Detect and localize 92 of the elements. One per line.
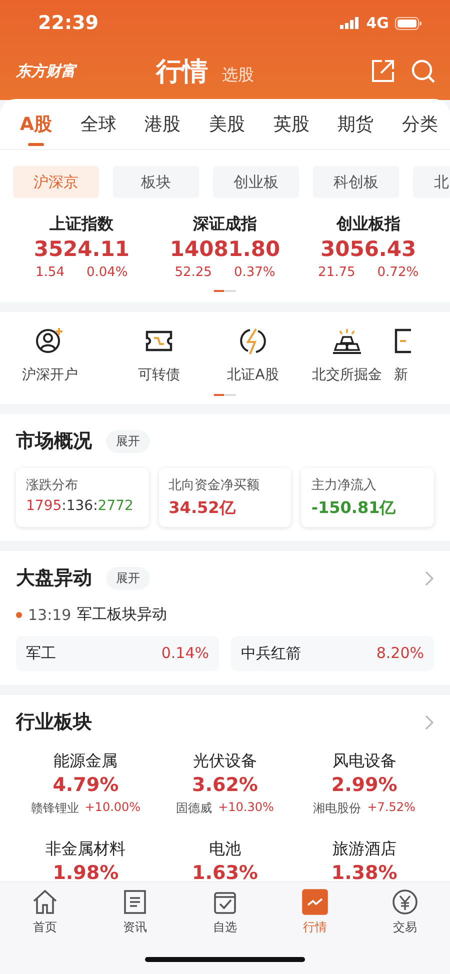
card-value: 34.52亿 <box>168 498 236 519</box>
mover-name: 军工 <box>26 644 56 663</box>
board-chip[interactable]: 北 <box>413 166 450 198</box>
mover-name: 中兵红箭 <box>241 644 301 663</box>
share-icon[interactable] <box>371 59 395 83</box>
nav-tab[interactable]: 资讯 <box>105 888 165 937</box>
market-tab[interactable]: 期货 <box>338 99 374 149</box>
sector-name[interactable]: 能源金属 <box>54 751 118 772</box>
sector-percent: 2.99% <box>331 774 398 796</box>
expand-button[interactable]: 展开 <box>106 566 150 590</box>
board-chip[interactable]: 科创板 <box>313 166 399 198</box>
sector-percent: 3.62% <box>192 774 258 796</box>
card-label: 涨跌分布 <box>26 477 79 494</box>
market-tab[interactable]: 英股 <box>273 99 310 149</box>
expand-button[interactable]: 展开 <box>106 430 150 452</box>
mover-percent: 0.14% <box>161 644 209 663</box>
leader-stock-percent: +10.00% <box>84 800 141 816</box>
shortcut-label[interactable]: 沪深开户 <box>22 366 78 384</box>
leader-stock-name: 湘电股份 <box>313 800 362 817</box>
index-percent: 0.04% <box>86 265 128 280</box>
card-label: 主力净流入 <box>311 477 378 494</box>
signal-icon <box>340 17 360 29</box>
person-add-icon[interactable] <box>35 326 65 356</box>
leader-stock-name: 固德威 <box>176 800 212 817</box>
overview-card[interactable]: 主力净流入 -150.81亿 <box>301 468 434 527</box>
sector-name[interactable]: 旅游酒店 <box>332 839 396 860</box>
board-chip[interactable]: 创业板 <box>213 166 299 198</box>
card-value: 1795:136:2772 <box>26 498 134 514</box>
shortcut-label[interactable]: 北交所掘金 <box>312 366 382 384</box>
page-title: 行情 <box>156 56 208 88</box>
card-label: 北向资金净买额 <box>168 477 261 494</box>
leader-stock-name: 赣锋锂业 <box>30 800 79 817</box>
index-value: 14081.80 <box>170 237 280 261</box>
index-change: 21.75 <box>318 265 356 280</box>
search-icon[interactable] <box>411 58 436 84</box>
bullet-icon <box>16 612 22 618</box>
sector-name[interactable]: 光伏设备 <box>192 751 257 772</box>
index-name[interactable]: 创业板指 <box>336 214 400 235</box>
nav-tab[interactable]: 自选 <box>195 888 255 937</box>
mover-card[interactable]: 中兵红箭 8.20% <box>231 636 434 671</box>
market-tab[interactable]: 分类 <box>402 99 438 149</box>
document-icon <box>122 889 148 915</box>
market-tab[interactable]: A股 <box>20 99 52 149</box>
leader-stock-percent: +10.30% <box>218 800 274 816</box>
index-change: 1.54 <box>36 265 64 280</box>
page-indicator <box>214 394 236 396</box>
overview-card[interactable]: 北向资金净买额 34.52亿 <box>158 468 292 527</box>
index-percent: 0.72% <box>377 265 419 280</box>
battery-icon <box>395 16 422 30</box>
index-change: 52.25 <box>174 265 212 280</box>
network-label: 4G <box>366 14 389 32</box>
section-title: 市场概况 <box>16 429 92 454</box>
shortcut-label[interactable]: 新 <box>394 366 408 384</box>
sector-name[interactable]: 电池 <box>208 839 241 860</box>
market-tab[interactable]: 全球 <box>80 99 116 149</box>
mover-card[interactable]: 军工 0.14% <box>16 636 219 671</box>
market-tab[interactable]: 港股 <box>144 99 181 149</box>
status-time: 22:39 <box>38 12 98 34</box>
section-title: 大盘异动 <box>16 566 92 591</box>
event-text: 军工板块异动 <box>77 605 168 624</box>
sector-percent: 1.98% <box>52 862 119 881</box>
index-value: 3524.11 <box>34 237 130 261</box>
home-icon <box>32 889 58 915</box>
section-title: 行业板块 <box>16 710 92 735</box>
app-logo: 东方财富 <box>16 62 78 80</box>
index-percent: 0.37% <box>234 265 276 280</box>
shortcut-label[interactable]: 北证A股 <box>227 366 279 384</box>
sector-percent: 1.63% <box>192 862 258 881</box>
index-value: 3056.43 <box>320 237 416 261</box>
card-value: -150.81亿 <box>311 498 397 519</box>
market-tab[interactable]: 美股 <box>208 99 245 149</box>
calendar-check-icon <box>212 889 238 915</box>
document-icon[interactable] <box>394 326 412 356</box>
index-name[interactable]: 上证指数 <box>50 214 114 235</box>
index-name[interactable]: 深证成指 <box>192 214 257 235</box>
sector-name[interactable]: 风电设备 <box>332 751 396 772</box>
sector-name[interactable]: 非金属材料 <box>46 839 126 860</box>
overview-card[interactable]: 涨跌分布 1795:136:2772 <box>16 468 149 527</box>
ingot-stack-icon[interactable] <box>331 326 363 356</box>
sector-percent: 4.79% <box>52 774 119 796</box>
nav-tab[interactable]: 交易 <box>375 888 435 937</box>
yen-icon <box>392 889 418 915</box>
board-chip[interactable]: 板块 <box>113 166 199 198</box>
leader-stock-percent: +7.52% <box>367 800 416 816</box>
lightning-icon[interactable] <box>238 326 268 356</box>
page-indicator <box>214 290 236 292</box>
line-chart-icon <box>302 889 328 915</box>
mover-percent: 8.20% <box>376 644 424 663</box>
shortcut-label[interactable]: 可转债 <box>138 366 180 384</box>
nav-tab[interactable]: 首页 <box>15 888 75 937</box>
event-time: 13:19 <box>28 606 72 624</box>
sector-percent: 1.38% <box>331 862 398 881</box>
